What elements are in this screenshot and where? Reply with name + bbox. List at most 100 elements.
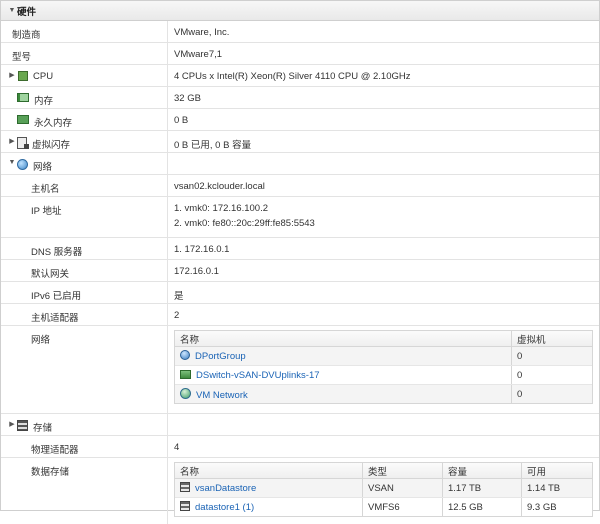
datastores-label: 数据存储: [1, 458, 168, 524]
label-cell: ▼ 网络: [1, 153, 168, 174]
memory-label: 内存: [34, 96, 54, 107]
row-model: 型号 VMware7,1: [1, 43, 599, 65]
memory-icon: [17, 93, 29, 102]
networks-label: 网络: [1, 326, 168, 413]
network-table-header: 名称 虚拟机: [175, 331, 592, 347]
network-name-link[interactable]: VM Network: [196, 390, 248, 401]
persistent-memory-label: 永久内存: [34, 118, 73, 129]
datastore-icon: [180, 482, 190, 492]
network-row[interactable]: DPortGroup 0: [175, 347, 592, 366]
col-header-free[interactable]: 可用: [521, 463, 592, 478]
row-network[interactable]: ▼ 网络: [1, 153, 599, 175]
row-datastores: 数据存储 名称 类型 容量 可用 vsanDatastore VSAN 1.17…: [1, 458, 599, 524]
persistent-memory-value: 0 B: [174, 115, 189, 126]
ipv6-value: 是: [174, 291, 184, 302]
host-adapters-value: 2: [174, 310, 180, 321]
collapse-arrow-icon[interactable]: ▼: [7, 7, 17, 14]
dns-value: 1. 172.16.0.1: [174, 244, 230, 255]
model-value: VMware7,1: [174, 49, 223, 60]
network-row[interactable]: DSwitch-vSAN-DVUplinks-17 0: [175, 366, 592, 385]
col-header-capacity[interactable]: 容量: [442, 463, 521, 478]
row-cpu[interactable]: ▶ CPU 4 CPUs x Intel(R) Xeon(R) Silver 4…: [1, 65, 599, 87]
hostname-value: vsan02.kclouder.local: [174, 181, 265, 192]
ip-line-1: 1. vmk0: 172.16.100.2: [174, 203, 269, 214]
row-physical-adapters: 物理适配器 4: [1, 436, 599, 458]
label-cell: ▶ 存储: [1, 414, 168, 435]
hostname-label: 主机名: [1, 175, 168, 196]
vm-network-icon: [180, 387, 191, 399]
cpu-value: 4 CPUs x Intel(R) Xeon(R) Silver 4110 CP…: [174, 71, 411, 82]
datastore-free: 9.3 GB: [521, 498, 592, 516]
network-table: 名称 虚拟机 DPortGroup 0 DSwitch-vSAN-DVUplin…: [174, 330, 593, 404]
vendor-label: 制造商: [12, 30, 41, 41]
cpu-icon: [18, 71, 28, 81]
datastore-table-header: 名称 类型 容量 可用: [175, 463, 592, 479]
col-header-vms[interactable]: 虚拟机: [511, 331, 592, 346]
network-name-link[interactable]: DPortGroup: [195, 351, 246, 362]
datastore-type: VSAN: [362, 479, 442, 497]
row-persistent-memory: 永久内存 0 B: [1, 109, 599, 131]
virtual-flash-value: 0 B 已用, 0 B 容量: [174, 140, 252, 151]
label-cell: ▶ 虚拟闪存: [1, 131, 168, 152]
section-title: 硬件: [17, 6, 37, 18]
hardware-panel: ▼ 硬件 制造商 VMware, Inc. 型号 VMware7,1 ▶ CPU…: [0, 0, 600, 524]
ip-line-2: 2. vmk0: fe80::20c:29ff:fe85:5543: [174, 218, 315, 229]
network-vms: 0: [511, 366, 592, 384]
vendor-value: VMware, Inc.: [174, 27, 230, 38]
storage-icon: [17, 420, 28, 431]
datastore-capacity: 1.17 TB: [442, 479, 521, 497]
virtual-flash-label: 虚拟闪存: [32, 140, 71, 151]
storage-label: 存储: [33, 423, 53, 434]
network-label: 网络: [33, 162, 53, 173]
physical-adapters-value: 4: [174, 442, 180, 453]
network-vms: 0: [511, 385, 592, 403]
host-adapters-label: 主机适配器: [1, 304, 168, 325]
gateway-label: 默认网关: [1, 260, 168, 281]
network-vms: 0: [511, 347, 592, 365]
datastore-free: 1.14 TB: [521, 479, 592, 497]
hardware-section-header[interactable]: ▼ 硬件: [1, 1, 599, 21]
physical-adapters-label: 物理适配器: [1, 436, 168, 457]
label-cell: ▶ CPU: [1, 65, 168, 86]
row-ipv6: IPv6 已启用 是: [1, 282, 599, 304]
row-vendor: 制造商 VMware, Inc.: [1, 21, 599, 43]
gateway-value: 172.16.0.1: [174, 266, 219, 277]
model-label: 型号: [12, 52, 32, 63]
expand-arrow-icon[interactable]: ▶: [7, 420, 17, 428]
collapse-arrow-icon[interactable]: ▼: [7, 159, 17, 166]
row-memory: 内存 32 GB: [1, 87, 599, 109]
datastore-icon: [180, 501, 190, 511]
row-virtual-flash[interactable]: ▶ 虚拟闪存 0 B 已用, 0 B 容量: [1, 131, 599, 153]
cpu-label: CPU: [33, 71, 54, 82]
datastore-row[interactable]: datastore1 (1) VMFS6 12.5 GB 9.3 GB: [175, 498, 592, 516]
datastore-capacity: 12.5 GB: [442, 498, 521, 516]
ip-label: IP 地址: [1, 197, 168, 237]
row-host-adapters: 主机适配器 2: [1, 304, 599, 326]
persistent-memory-icon: [17, 115, 29, 124]
network-name-link[interactable]: DSwitch-vSAN-DVUplinks-17: [196, 370, 320, 381]
col-header-type[interactable]: 类型: [362, 463, 442, 478]
label-cell: 型号: [1, 43, 168, 64]
virtual-flash-icon: [17, 137, 29, 149]
row-networks: 网络 名称 虚拟机 DPortGroup 0 DSwitch-vSAN-DVUp…: [1, 326, 599, 414]
col-header-name[interactable]: 名称: [175, 332, 511, 346]
network-row[interactable]: VM Network 0: [175, 385, 592, 403]
row-gateway: 默认网关 172.16.0.1: [1, 260, 599, 282]
dns-label: DNS 服务器: [1, 238, 168, 259]
label-cell: 制造商: [1, 21, 168, 42]
datastore-row[interactable]: vsanDatastore VSAN 1.17 TB 1.14 TB: [175, 479, 592, 498]
row-hostname: 主机名 vsan02.kclouder.local: [1, 175, 599, 197]
expand-arrow-icon[interactable]: ▶: [7, 71, 17, 79]
uplink-icon: [180, 369, 191, 379]
ipv6-label: IPv6 已启用: [1, 282, 168, 303]
col-header-name[interactable]: 名称: [175, 464, 362, 478]
datastore-name-link[interactable]: datastore1 (1): [195, 502, 254, 513]
expand-arrow-icon[interactable]: ▶: [7, 137, 17, 145]
datastore-table: 名称 类型 容量 可用 vsanDatastore VSAN 1.17 TB 1…: [174, 462, 593, 517]
label-cell: 内存: [1, 87, 168, 108]
row-storage[interactable]: ▶ 存储: [1, 414, 599, 436]
network-globe-icon: [17, 159, 28, 170]
datastore-name-link[interactable]: vsanDatastore: [195, 483, 256, 494]
memory-value: 32 GB: [174, 93, 201, 104]
label-cell: 永久内存: [1, 109, 168, 130]
